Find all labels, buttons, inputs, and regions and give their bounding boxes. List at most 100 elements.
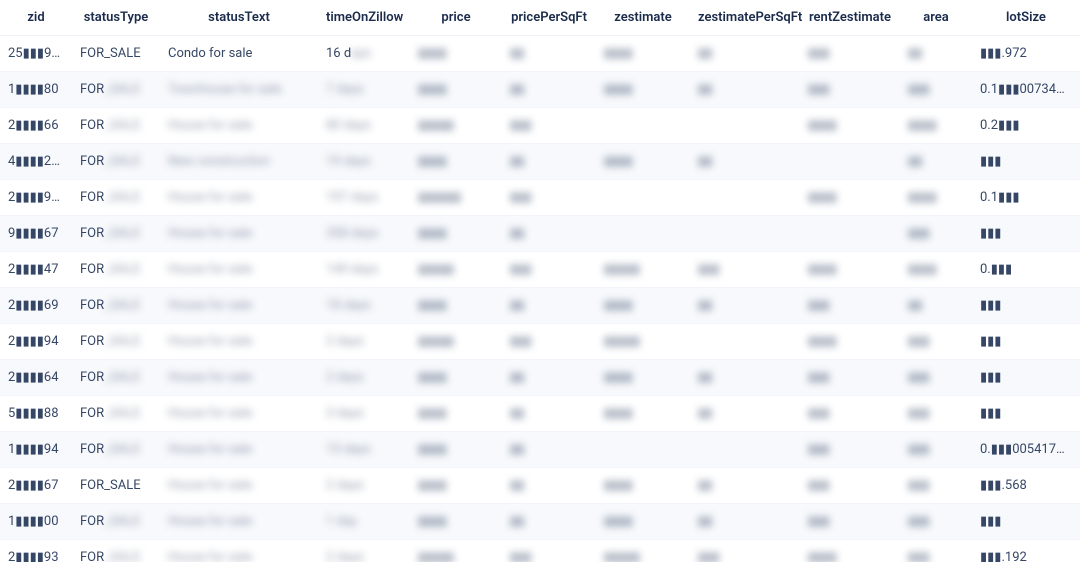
table-row[interactable]: 2▮▮▮▮64FOR_SALEHouse for sale2 days▮▮▮▮▮… bbox=[0, 360, 1080, 396]
cell-rentZestimate: ▮▮▮ bbox=[800, 72, 900, 108]
cell-zid: 1▮▮▮▮80 bbox=[0, 72, 72, 108]
cell-timeOnZillow: 1 day bbox=[318, 504, 410, 540]
cell-area: ▮▮▮ bbox=[900, 432, 972, 468]
data-table: zid statusType statusText timeOnZillow p… bbox=[0, 0, 1080, 562]
table-row[interactable]: 2▮▮▮▮67FOR_SALEHouse for sale2 days▮▮▮▮▮… bbox=[0, 468, 1080, 504]
cell-rentZestimate: ▮▮▮▮ bbox=[800, 324, 900, 360]
table-row[interactable]: 1▮▮▮▮80FOR_SALETownhouse for sale7 days▮… bbox=[0, 72, 1080, 108]
cell-statusText: House for sale bbox=[160, 216, 318, 252]
cell-lotSize: ▮▮▮.972 bbox=[972, 36, 1080, 72]
col-rentZestimate[interactable]: rentZestimate bbox=[800, 0, 900, 36]
table-row[interactable]: 2▮▮▮▮989FOR_SALEHouse for sale197 days▮▮… bbox=[0, 180, 1080, 216]
cell-timeOnZillow: 197 days bbox=[318, 180, 410, 216]
cell-pricePerSqFt: ▮▮ bbox=[502, 216, 596, 252]
cell-zestimatePerSqFt: ▮▮ bbox=[690, 468, 800, 504]
cell-rentZestimate: ▮▮▮ bbox=[800, 396, 900, 432]
cell-statusType: FOR_SALE bbox=[72, 504, 160, 540]
cell-pricePerSqFt: ▮▮▮ bbox=[502, 180, 596, 216]
cell-zid: 1▮▮▮▮00 bbox=[0, 504, 72, 540]
table-row[interactable]: 2▮▮▮▮69FOR_SALEHouse for sale18 days▮▮▮▮… bbox=[0, 288, 1080, 324]
cell-pricePerSqFt: ▮▮ bbox=[502, 360, 596, 396]
table-row[interactable]: 2▮▮▮▮47FOR_SALEHouse for sale149 days▮▮▮… bbox=[0, 252, 1080, 288]
cell-zid: 2▮▮▮▮64 bbox=[0, 360, 72, 396]
cell-statusType: FOR_SALE bbox=[72, 36, 160, 72]
table-row[interactable]: 1▮▮▮▮00FOR_SALEHouse for sale1 day▮▮▮▮▮▮… bbox=[0, 504, 1080, 540]
cell-lotSize: ▮▮▮ bbox=[972, 360, 1080, 396]
cell-statusText: House for sale bbox=[160, 504, 318, 540]
cell-area: ▮▮ bbox=[900, 144, 972, 180]
cell-zestimate: ▮▮▮▮▮ bbox=[596, 252, 690, 288]
cell-timeOnZillow: 2 days bbox=[318, 360, 410, 396]
cell-statusType: FOR_SALE bbox=[72, 324, 160, 360]
cell-lotSize: ▮▮▮ bbox=[972, 324, 1080, 360]
table-row[interactable]: 2▮▮▮▮66FOR_SALEHouse for sale80 days▮▮▮▮… bbox=[0, 108, 1080, 144]
cell-statusText: House for sale bbox=[160, 252, 318, 288]
cell-zid: 2▮▮▮▮93 bbox=[0, 540, 72, 562]
cell-lotSize: ▮▮▮ bbox=[972, 288, 1080, 324]
col-area[interactable]: area bbox=[900, 0, 972, 36]
cell-price: ▮▮▮▮ bbox=[410, 432, 502, 468]
cell-zestimate: ▮▮▮▮▮ bbox=[596, 324, 690, 360]
cell-price: ▮▮▮▮ bbox=[410, 288, 502, 324]
cell-zid: 5▮▮▮▮88 bbox=[0, 396, 72, 432]
table-row[interactable]: 25▮▮▮925FOR_SALECondo for sale16 days▮▮▮… bbox=[0, 36, 1080, 72]
col-statusType[interactable]: statusType bbox=[72, 0, 160, 36]
cell-zid: 9▮▮▮▮67 bbox=[0, 216, 72, 252]
cell-pricePerSqFt: ▮▮ bbox=[502, 72, 596, 108]
cell-price: ▮▮▮▮ bbox=[410, 396, 502, 432]
cell-lotSize: 0.1▮▮▮ bbox=[972, 180, 1080, 216]
cell-zid: 4▮▮▮▮287 bbox=[0, 144, 72, 180]
col-statusText[interactable]: statusText bbox=[160, 0, 318, 36]
cell-timeOnZillow: 2 days bbox=[318, 324, 410, 360]
cell-statusText: House for sale bbox=[160, 468, 318, 504]
cell-area: ▮▮▮ bbox=[900, 396, 972, 432]
cell-price: ▮▮▮▮ bbox=[410, 360, 502, 396]
cell-rentZestimate: ▮▮▮▮ bbox=[800, 108, 900, 144]
col-zestimatePerSqFt[interactable]: zestimatePerSqFt bbox=[690, 0, 800, 36]
table-row[interactable]: 2▮▮▮▮93FOR_SALEHouse for sale2 days▮▮▮▮▮… bbox=[0, 540, 1080, 562]
cell-area: ▮▮ bbox=[900, 36, 972, 72]
cell-rentZestimate: ▮▮▮ bbox=[800, 468, 900, 504]
cell-price: ▮▮▮▮ bbox=[410, 216, 502, 252]
cell-rentZestimate: ▮▮▮▮ bbox=[800, 540, 900, 562]
cell-statusText: House for sale bbox=[160, 540, 318, 562]
cell-statusText: House for sale bbox=[160, 360, 318, 396]
cell-statusText: Townhouse for sale bbox=[160, 72, 318, 108]
table-header: zid statusType statusText timeOnZillow p… bbox=[0, 0, 1080, 36]
col-pricePerSqFt[interactable]: pricePerSqFt bbox=[502, 0, 596, 36]
cell-timeOnZillow: 2 days bbox=[318, 540, 410, 562]
cell-pricePerSqFt: ▮▮ bbox=[502, 36, 596, 72]
cell-pricePerSqFt: ▮▮ bbox=[502, 396, 596, 432]
col-lotSize[interactable]: lotSize bbox=[972, 0, 1080, 36]
cell-zestimate: ▮▮▮▮ bbox=[596, 396, 690, 432]
table-row[interactable]: 4▮▮▮▮287FOR_SALENew construction19 days▮… bbox=[0, 144, 1080, 180]
cell-pricePerSqFt: ▮▮ bbox=[502, 288, 596, 324]
cell-price: ▮▮▮▮ bbox=[410, 468, 502, 504]
cell-timeOnZillow: 18 days bbox=[318, 288, 410, 324]
cell-price: ▮▮▮▮ bbox=[410, 144, 502, 180]
table-row[interactable]: 5▮▮▮▮88FOR_SALEHouse for sale3 days▮▮▮▮▮… bbox=[0, 396, 1080, 432]
cell-statusType: FOR_SALE bbox=[72, 108, 160, 144]
table-body: 25▮▮▮925FOR_SALECondo for sale16 days▮▮▮… bbox=[0, 36, 1080, 562]
cell-zestimate: ▮▮▮▮ bbox=[596, 36, 690, 72]
col-timeOnZillow[interactable]: timeOnZillow bbox=[318, 0, 410, 36]
cell-zid: 2▮▮▮▮94 bbox=[0, 324, 72, 360]
cell-zestimatePerSqFt bbox=[690, 432, 800, 468]
col-zestimate[interactable]: zestimate bbox=[596, 0, 690, 36]
cell-pricePerSqFt: ▮▮▮ bbox=[502, 252, 596, 288]
col-zid[interactable]: zid bbox=[0, 0, 72, 36]
cell-statusText: House for sale bbox=[160, 288, 318, 324]
cell-timeOnZillow: 3 days bbox=[318, 396, 410, 432]
table-row[interactable]: 2▮▮▮▮94FOR_SALEHouse for sale2 days▮▮▮▮▮… bbox=[0, 324, 1080, 360]
cell-zid: 2▮▮▮▮69 bbox=[0, 288, 72, 324]
cell-lotSize: 0.▮▮▮00541781451 bbox=[972, 432, 1080, 468]
cell-zestimatePerSqFt bbox=[690, 108, 800, 144]
cell-timeOnZillow: 16 days bbox=[318, 36, 410, 72]
col-price[interactable]: price bbox=[410, 0, 502, 36]
cell-zestimate: ▮▮▮▮ bbox=[596, 288, 690, 324]
table-row[interactable]: 1▮▮▮▮94FOR_SALEHouse for sale15 days▮▮▮▮… bbox=[0, 432, 1080, 468]
table-row[interactable]: 9▮▮▮▮67FOR_SALEHouse for sale358 days▮▮▮… bbox=[0, 216, 1080, 252]
cell-area: ▮▮▮ bbox=[900, 504, 972, 540]
cell-area: ▮▮▮ bbox=[900, 468, 972, 504]
cell-rentZestimate: ▮▮▮ bbox=[800, 288, 900, 324]
